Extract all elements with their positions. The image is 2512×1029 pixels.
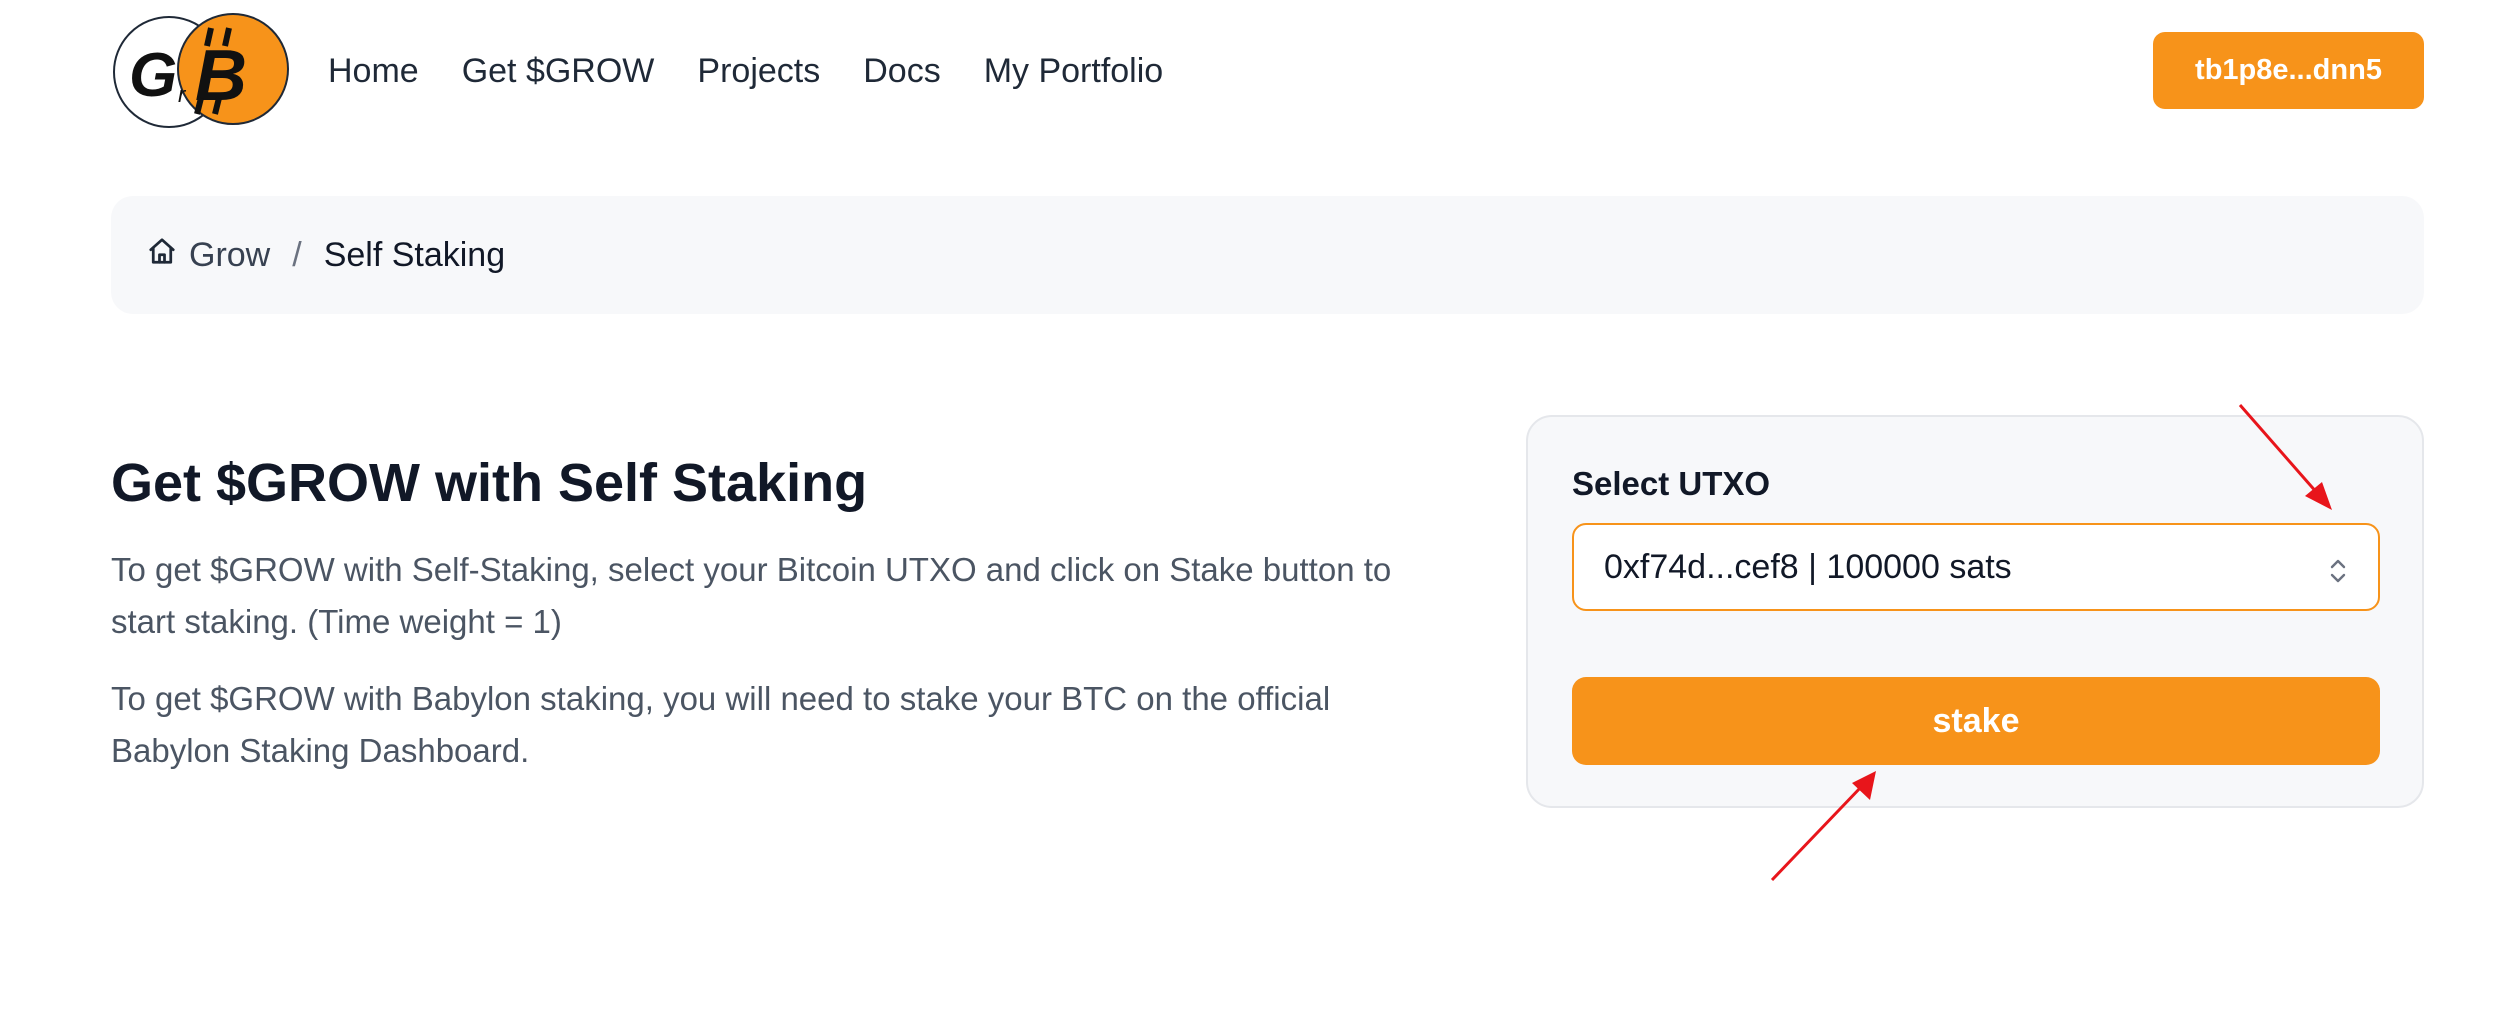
breadcrumb-separator: / — [292, 235, 302, 274]
main-nav: Home Get $GROW Projects Docs My Portfoli… — [328, 44, 1206, 98]
staking-card: Select UTXO 0xf74d...cef8 | 100000 sats … — [1526, 415, 2424, 808]
home-icon — [147, 236, 189, 275]
breadcrumb-current: Self Staking — [323, 235, 506, 274]
page-title: Get $GROW with Self Staking — [111, 453, 868, 513]
breadcrumb-home-label: Grow — [189, 235, 271, 274]
self-staking-description: To get $GROW with Self-Staking, select y… — [111, 551, 1392, 640]
nav-get-grow-link[interactable]: Get $GROW — [462, 52, 655, 91]
utxo-selected-value: 0xf74d...cef8 | 100000 sats — [1604, 547, 2012, 586]
nav-docs-link[interactable]: Docs — [863, 52, 940, 91]
breadcrumb-home-link[interactable]: Grow — [147, 236, 270, 275]
page: G r B Home Get $GROW Projects Docs My Po… — [0, 0, 2512, 1029]
nav-home-link[interactable]: Home — [328, 52, 419, 91]
top-navbar: G r B Home Get $GROW Projects Docs My Po… — [0, 0, 2512, 140]
nav-my-portfolio-link[interactable]: My Portfolio — [984, 52, 1164, 91]
wallet-address-button[interactable]: tb1p8e...dnn5 — [2153, 32, 2424, 109]
nav-projects-link[interactable]: Projects — [697, 52, 820, 91]
grow-logo[interactable]: G r B — [111, 12, 291, 130]
svg-text:G: G — [129, 41, 177, 110]
select-utxo-label: Select UTXO — [1572, 465, 1771, 502]
utxo-select[interactable]: 0xf74d...cef8 | 100000 sats — [1572, 523, 2380, 611]
stake-button[interactable]: stake — [1572, 677, 2380, 765]
babylon-staking-description: To get $GROW with Babylon staking, you w… — [111, 680, 1331, 769]
chevron-up-down-icon — [2328, 555, 2348, 583]
breadcrumb: Grow / Self Staking — [111, 196, 2424, 314]
svg-text:B: B — [195, 36, 247, 116]
